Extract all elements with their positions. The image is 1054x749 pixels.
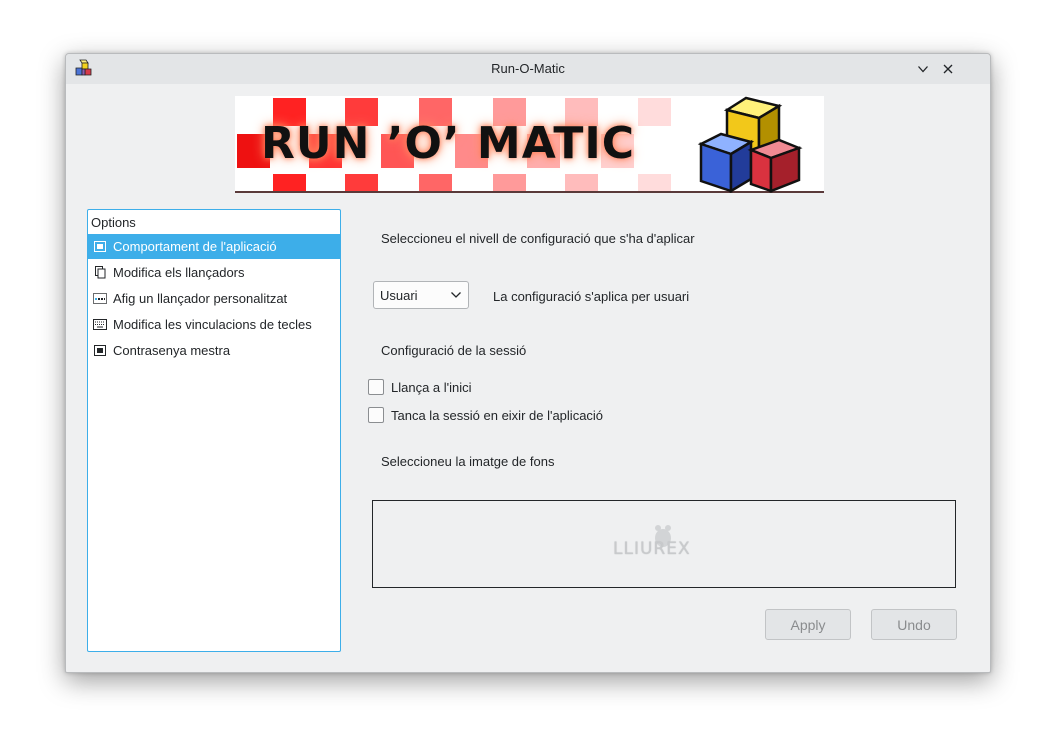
config-level-label: Seleccioneu el nivell de configuració qu… [381, 231, 695, 246]
copy-icon [93, 266, 107, 280]
option-label: Comportament de l'aplicació [113, 239, 277, 254]
option-label: Contrasenya mestra [113, 343, 231, 358]
config-level-select[interactable]: Usuari [373, 281, 469, 309]
password-icon [93, 344, 107, 358]
option-item-edit-launchers[interactable]: Modifica els llançadors [88, 260, 340, 285]
checkbox-label: Llança a l'inici [391, 379, 472, 395]
config-level-value: Usuari [380, 287, 418, 303]
chevron-down-icon [451, 292, 461, 298]
close-button[interactable] [939, 60, 957, 78]
option-item-add-custom-launcher[interactable]: Afig un llançador personalitzat [88, 286, 340, 311]
option-label: Modifica les vinculacions de tecles [113, 317, 312, 332]
option-item-app-behavior[interactable]: Comportament de l'aplicació [88, 234, 340, 259]
options-header: Options [91, 215, 136, 230]
lliurex-logo: LLIUREX [613, 539, 691, 559]
background-image-label: Seleccioneu la imatge de fons [381, 454, 555, 469]
checkbox-box[interactable] [368, 379, 384, 395]
run-o-matic-banner: RUN ’O’ MATIC [235, 96, 824, 193]
options-list[interactable]: Options Comportament de l'aplicació Modi… [87, 209, 341, 652]
option-label: Modifica els llançadors [113, 265, 245, 280]
checkbox-label: Tanca la sessió en eixir de l'aplicació [391, 407, 604, 423]
launch-at-start-checkbox[interactable]: Llança a l'inici [368, 379, 472, 395]
app-behavior-icon [93, 240, 107, 254]
checkbox-box[interactable] [368, 407, 384, 423]
chevron-down-icon [918, 66, 928, 73]
background-image-selector[interactable]: LLIUREX [372, 500, 956, 588]
session-config-label: Configuració de la sessió [381, 343, 527, 358]
option-label: Afig un llançador personalitzat [113, 291, 288, 306]
main-window: Run-O-Matic RUN ’O’ MATIC Options Compor… [65, 53, 991, 673]
minimize-button[interactable] [914, 60, 932, 78]
banner-title: RUN ’O’ MATIC [261, 118, 636, 169]
undo-button[interactable]: Undo [871, 609, 957, 640]
apply-button[interactable]: Apply [765, 609, 851, 640]
custom-launcher-icon [93, 292, 107, 306]
option-item-master-password[interactable]: Contrasenya mestra [88, 338, 340, 363]
keyboard-icon [93, 318, 107, 332]
config-level-description: La configuració s'aplica per usuari [493, 289, 690, 304]
title-bar[interactable]: Run-O-Matic [66, 54, 990, 84]
close-icon [943, 64, 953, 74]
option-item-key-bindings[interactable]: Modifica les vinculacions de tecles [88, 312, 340, 337]
close-session-checkbox[interactable]: Tanca la sessió en eixir de l'aplicació [368, 407, 603, 423]
window-title: Run-O-Matic [491, 61, 565, 76]
